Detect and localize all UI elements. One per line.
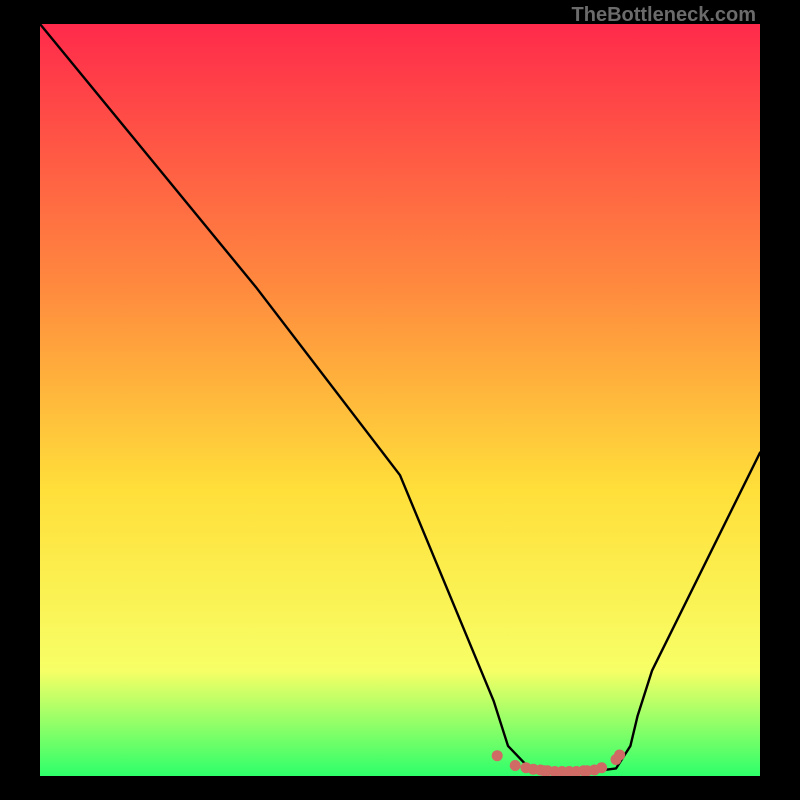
marker-dot	[614, 749, 625, 760]
marker-dot	[492, 750, 503, 761]
plot-area	[40, 24, 760, 776]
chart-frame: TheBottleneck.com	[0, 0, 800, 800]
chart-svg	[40, 24, 760, 776]
gradient-background	[40, 24, 760, 776]
marker-dot	[510, 760, 521, 771]
marker-dot	[596, 762, 607, 773]
